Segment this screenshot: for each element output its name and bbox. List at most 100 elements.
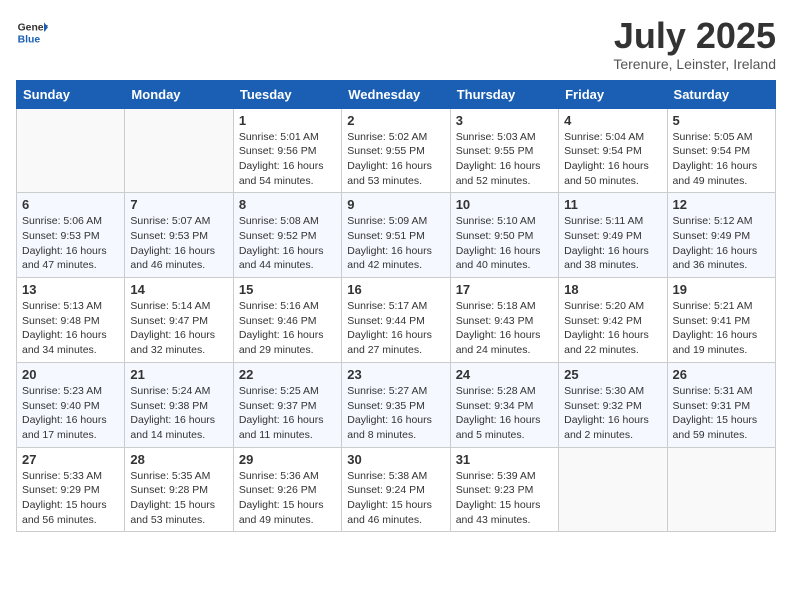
cell-w4-d1: 20Sunrise: 5:23 AM Sunset: 9:40 PM Dayli…	[17, 362, 125, 447]
cell-w4-d2: 21 Sunrise: 5:24 AM Sunset: 9:38 PM Dayli…	[125, 362, 233, 447]
cell-w5-d3: 29 Sunrise: 5:36 AM Sunset: 9:26 PM Dayli…	[233, 447, 341, 532]
day-number: 31	[456, 452, 553, 467]
day-info: Sunrise: 5:27 AM Sunset: 9:35 PM Dayligh…	[347, 384, 444, 443]
day-number: 27	[22, 452, 119, 467]
day-info: Sunrise: 5:02 AM Sunset: 9:55 PM Dayligh…	[347, 130, 444, 189]
cell-w2-d2: 7 Sunrise: 5:07 AM Sunset: 9:53 PM Daylig…	[125, 193, 233, 278]
cell-w1-d4: 2 Sunrise: 5:02 AM Sunset: 9:55 PM Daylig…	[342, 108, 450, 193]
col-saturday: Saturday	[667, 80, 775, 108]
cell-w3-d7: 19 Sunrise: 5:21 AM Sunset: 9:41 PM Dayli…	[667, 278, 775, 363]
day-info: Sunrise: 5:13 AM Sunset: 9:48 PM Dayligh…	[22, 299, 119, 358]
cell-w2-d5: 10Sunrise: 5:10 AM Sunset: 9:50 PM Dayli…	[450, 193, 558, 278]
day-number: 15	[239, 282, 336, 297]
cell-w3-d2: 14 Sunrise: 5:14 AM Sunset: 9:47 PM Dayli…	[125, 278, 233, 363]
day-number: 16	[347, 282, 444, 297]
cell-w2-d7: 12 Sunrise: 5:12 AM Sunset: 9:49 PM Dayli…	[667, 193, 775, 278]
day-info: Sunrise: 5:12 AM Sunset: 9:49 PM Dayligh…	[673, 214, 770, 273]
cell-w1-d6: 4Sunrise: 5:04 AM Sunset: 9:54 PM Daylig…	[559, 108, 667, 193]
cell-w3-d4: 16 Sunrise: 5:17 AM Sunset: 9:44 PM Dayli…	[342, 278, 450, 363]
day-info: Sunrise: 5:21 AM Sunset: 9:41 PM Dayligh…	[673, 299, 770, 358]
day-info: Sunrise: 5:28 AM Sunset: 9:34 PM Dayligh…	[456, 384, 553, 443]
day-number: 3	[456, 113, 553, 128]
day-info: Sunrise: 5:03 AM Sunset: 9:55 PM Dayligh…	[456, 130, 553, 189]
day-number: 28	[130, 452, 227, 467]
day-info: Sunrise: 5:17 AM Sunset: 9:44 PM Dayligh…	[347, 299, 444, 358]
day-info: Sunrise: 5:11 AM Sunset: 9:49 PM Dayligh…	[564, 214, 661, 273]
day-number: 7	[130, 197, 227, 212]
cell-w3-d5: 17 Sunrise: 5:18 AM Sunset: 9:43 PM Dayli…	[450, 278, 558, 363]
day-info: Sunrise: 5:24 AM Sunset: 9:38 PM Dayligh…	[130, 384, 227, 443]
day-number: 25	[564, 367, 661, 382]
day-info: Sunrise: 5:01 AM Sunset: 9:56 PM Dayligh…	[239, 130, 336, 189]
week-row-4: 20Sunrise: 5:23 AM Sunset: 9:40 PM Dayli…	[17, 362, 776, 447]
week-row-5: 27 Sunrise: 5:33 AM Sunset: 9:29 PM Dayli…	[17, 447, 776, 532]
cell-w4-d6: 25 Sunrise: 5:30 AM Sunset: 9:32 PM Dayli…	[559, 362, 667, 447]
location-subtitle: Terenure, Leinster, Ireland	[613, 56, 776, 72]
cell-w5-d6	[559, 447, 667, 532]
day-number: 9	[347, 197, 444, 212]
cell-w1-d2	[125, 108, 233, 193]
cell-w3-d1: 13 Sunrise: 5:13 AM Sunset: 9:48 PM Dayli…	[17, 278, 125, 363]
day-number: 12	[673, 197, 770, 212]
month-title: July 2025	[613, 16, 776, 56]
page-header: General Blue July 2025 Terenure, Leinste…	[16, 16, 776, 72]
day-info: Sunrise: 5:18 AM Sunset: 9:43 PM Dayligh…	[456, 299, 553, 358]
day-number: 26	[673, 367, 770, 382]
cell-w4-d5: 24 Sunrise: 5:28 AM Sunset: 9:34 PM Dayli…	[450, 362, 558, 447]
day-info: Sunrise: 5:05 AM Sunset: 9:54 PM Dayligh…	[673, 130, 770, 189]
day-number: 19	[673, 282, 770, 297]
day-info: Sunrise: 5:14 AM Sunset: 9:47 PM Dayligh…	[130, 299, 227, 358]
cell-w5-d4: 30 Sunrise: 5:38 AM Sunset: 9:24 PM Dayli…	[342, 447, 450, 532]
day-number: 22	[239, 367, 336, 382]
cell-w5-d1: 27 Sunrise: 5:33 AM Sunset: 9:29 PM Dayli…	[17, 447, 125, 532]
week-row-1: 1Sunrise: 5:01 AM Sunset: 9:56 PM Daylig…	[17, 108, 776, 193]
day-number: 24	[456, 367, 553, 382]
day-number: 18	[564, 282, 661, 297]
svg-text:General: General	[18, 22, 48, 33]
day-number: 10	[456, 197, 553, 212]
day-number: 11	[564, 197, 661, 212]
cell-w1-d3: 1Sunrise: 5:01 AM Sunset: 9:56 PM Daylig…	[233, 108, 341, 193]
day-info: Sunrise: 5:09 AM Sunset: 9:51 PM Dayligh…	[347, 214, 444, 273]
day-number: 14	[130, 282, 227, 297]
cell-w3-d3: 15Sunrise: 5:16 AM Sunset: 9:46 PM Dayli…	[233, 278, 341, 363]
cell-w5-d7	[667, 447, 775, 532]
col-tuesday: Tuesday	[233, 80, 341, 108]
logo-icon: General Blue	[16, 16, 48, 48]
col-sunday: Sunday	[17, 80, 125, 108]
day-number: 29	[239, 452, 336, 467]
cell-w4-d3: 22 Sunrise: 5:25 AM Sunset: 9:37 PM Dayli…	[233, 362, 341, 447]
col-thursday: Thursday	[450, 80, 558, 108]
day-info: Sunrise: 5:39 AM Sunset: 9:23 PM Dayligh…	[456, 469, 553, 528]
week-row-2: 6 Sunrise: 5:06 AM Sunset: 9:53 PM Daylig…	[17, 193, 776, 278]
logo: General Blue	[16, 16, 48, 48]
day-info: Sunrise: 5:06 AM Sunset: 9:53 PM Dayligh…	[22, 214, 119, 273]
svg-text:Blue: Blue	[18, 34, 41, 45]
day-number: 30	[347, 452, 444, 467]
day-number: 8	[239, 197, 336, 212]
day-info: Sunrise: 5:25 AM Sunset: 9:37 PM Dayligh…	[239, 384, 336, 443]
day-info: Sunrise: 5:31 AM Sunset: 9:31 PM Dayligh…	[673, 384, 770, 443]
day-number: 2	[347, 113, 444, 128]
day-info: Sunrise: 5:36 AM Sunset: 9:26 PM Dayligh…	[239, 469, 336, 528]
day-info: Sunrise: 5:38 AM Sunset: 9:24 PM Dayligh…	[347, 469, 444, 528]
cell-w4-d7: 26 Sunrise: 5:31 AM Sunset: 9:31 PM Dayli…	[667, 362, 775, 447]
day-number: 20	[22, 367, 119, 382]
col-monday: Monday	[125, 80, 233, 108]
day-info: Sunrise: 5:33 AM Sunset: 9:29 PM Dayligh…	[22, 469, 119, 528]
cell-w1-d5: 3 Sunrise: 5:03 AM Sunset: 9:55 PM Daylig…	[450, 108, 558, 193]
day-number: 6	[22, 197, 119, 212]
day-info: Sunrise: 5:20 AM Sunset: 9:42 PM Dayligh…	[564, 299, 661, 358]
cell-w2-d6: 11 Sunrise: 5:11 AM Sunset: 9:49 PM Dayli…	[559, 193, 667, 278]
day-info: Sunrise: 5:30 AM Sunset: 9:32 PM Dayligh…	[564, 384, 661, 443]
day-number: 17	[456, 282, 553, 297]
day-number: 21	[130, 367, 227, 382]
cell-w1-d7: 5Sunrise: 5:05 AM Sunset: 9:54 PM Daylig…	[667, 108, 775, 193]
day-number: 4	[564, 113, 661, 128]
cell-w4-d4: 23Sunrise: 5:27 AM Sunset: 9:35 PM Dayli…	[342, 362, 450, 447]
calendar-table: Sunday Monday Tuesday Wednesday Thursday…	[16, 80, 776, 533]
cell-w1-d1	[17, 108, 125, 193]
day-info: Sunrise: 5:07 AM Sunset: 9:53 PM Dayligh…	[130, 214, 227, 273]
day-number: 13	[22, 282, 119, 297]
cell-w5-d2: 28Sunrise: 5:35 AM Sunset: 9:28 PM Dayli…	[125, 447, 233, 532]
